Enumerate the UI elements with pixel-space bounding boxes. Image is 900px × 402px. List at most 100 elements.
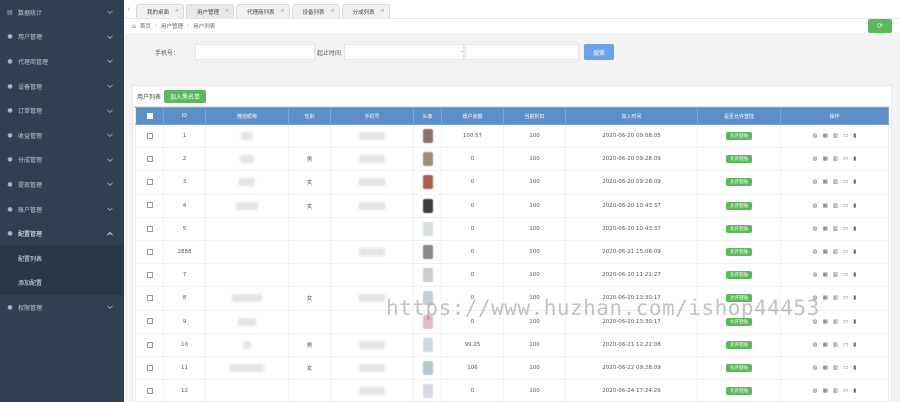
- delete-icon[interactable]: ▮: [853, 295, 856, 301]
- sidebar-item-user[interactable]: ● 用户管理: [0, 25, 124, 50]
- disable-icon[interactable]: ▭: [843, 319, 848, 325]
- row-checkbox[interactable]: [146, 387, 153, 394]
- view-icon[interactable]: ◍: [813, 249, 818, 255]
- row-checkbox[interactable]: [146, 318, 153, 325]
- disable-icon[interactable]: ▭: [843, 156, 848, 162]
- edit-icon[interactable]: ▦: [823, 226, 828, 232]
- close-icon[interactable]: ×: [330, 8, 334, 14]
- view-icon[interactable]: ◍: [813, 179, 818, 185]
- sidebar-item-config[interactable]: ● 配置管理: [0, 221, 124, 246]
- status-badge[interactable]: 允许登陆: [726, 155, 752, 164]
- disable-icon[interactable]: ▭: [843, 179, 848, 185]
- disable-icon[interactable]: ▭: [843, 342, 848, 348]
- list-icon[interactable]: ▥: [833, 388, 838, 394]
- refresh-button[interactable]: ⟳: [868, 19, 892, 33]
- list-icon[interactable]: ▥: [833, 133, 838, 139]
- row-checkbox[interactable]: [146, 364, 153, 371]
- disable-icon[interactable]: ▭: [843, 226, 848, 232]
- status-badge[interactable]: 允许登陆: [726, 132, 752, 141]
- edit-icon[interactable]: ▦: [823, 342, 828, 348]
- status-badge[interactable]: 允许登陆: [726, 387, 752, 396]
- row-checkbox[interactable]: [146, 132, 153, 139]
- sidebar-subitem[interactable]: 添加配置: [0, 271, 124, 296]
- list-icon[interactable]: ▥: [833, 249, 838, 255]
- select-all-checkbox[interactable]: [146, 112, 153, 119]
- tab-item[interactable]: 用户管理 ×: [186, 4, 235, 18]
- sidebar-item-income[interactable]: ● 收益管理: [0, 123, 124, 148]
- sidebar-item-permission[interactable]: ● 权限管理: [0, 295, 124, 320]
- list-icon[interactable]: ▥: [833, 179, 838, 185]
- status-badge[interactable]: 允许登陆: [726, 294, 752, 303]
- delete-icon[interactable]: ▮: [853, 319, 856, 325]
- status-badge[interactable]: 允许登陆: [726, 271, 752, 280]
- row-checkbox[interactable]: [146, 202, 153, 209]
- edit-icon[interactable]: ▦: [823, 156, 828, 162]
- breadcrumb-item[interactable]: 首页: [140, 22, 151, 30]
- start-time-input[interactable]: [344, 44, 464, 60]
- delete-icon[interactable]: ▮: [853, 179, 856, 185]
- sidebar-subitem[interactable]: 配置列表: [0, 246, 124, 271]
- delete-icon[interactable]: ▮: [853, 203, 856, 209]
- status-badge[interactable]: 允许登陆: [726, 248, 752, 257]
- tab-item[interactable]: 代理商列表 ×: [236, 4, 290, 18]
- delete-icon[interactable]: ▮: [853, 365, 856, 371]
- view-icon[interactable]: ◍: [813, 342, 818, 348]
- delete-icon[interactable]: ▮: [853, 133, 856, 139]
- delete-icon[interactable]: ▮: [853, 388, 856, 394]
- close-icon[interactable]: ×: [225, 8, 229, 14]
- sidebar-item-order[interactable]: ● 订单管理: [0, 98, 124, 123]
- delete-icon[interactable]: ▮: [853, 156, 856, 162]
- view-icon[interactable]: ◍: [813, 295, 818, 301]
- sidebar-item-withdraw[interactable]: ● 提现管理: [0, 172, 124, 197]
- status-badge[interactable]: 允许登陆: [726, 317, 752, 326]
- edit-icon[interactable]: ▦: [823, 388, 828, 394]
- row-checkbox[interactable]: [146, 179, 153, 186]
- row-checkbox[interactable]: [146, 156, 153, 163]
- disable-icon[interactable]: ▭: [843, 295, 848, 301]
- status-badge[interactable]: 允许登陆: [726, 363, 752, 372]
- list-icon[interactable]: ▥: [833, 342, 838, 348]
- edit-icon[interactable]: ▦: [823, 319, 828, 325]
- delete-icon[interactable]: ▮: [853, 272, 856, 278]
- view-icon[interactable]: ◍: [813, 319, 818, 325]
- view-icon[interactable]: ◍: [813, 388, 818, 394]
- delete-icon[interactable]: ▮: [853, 342, 856, 348]
- edit-icon[interactable]: ▦: [823, 133, 828, 139]
- close-icon[interactable]: ×: [380, 8, 384, 14]
- disable-icon[interactable]: ▭: [843, 365, 848, 371]
- tab-item[interactable]: 设备列表 ×: [291, 4, 340, 18]
- edit-icon[interactable]: ▦: [823, 179, 828, 185]
- search-button[interactable]: 搜索: [584, 44, 614, 60]
- edit-icon[interactable]: ▦: [823, 365, 828, 371]
- list-icon[interactable]: ▥: [833, 365, 838, 371]
- list-icon[interactable]: ▥: [833, 295, 838, 301]
- row-checkbox[interactable]: [146, 295, 153, 302]
- list-icon[interactable]: ▥: [833, 272, 838, 278]
- status-badge[interactable]: 允许登陆: [726, 201, 752, 210]
- add-blacklist-button[interactable]: 加入黑名单: [164, 89, 207, 103]
- sidebar-item-account[interactable]: ● 账户管理: [0, 197, 124, 222]
- view-icon[interactable]: ◍: [813, 156, 818, 162]
- edit-icon[interactable]: ▦: [823, 272, 828, 278]
- delete-icon[interactable]: ▮: [853, 249, 856, 255]
- row-checkbox[interactable]: [146, 341, 153, 348]
- edit-icon[interactable]: ▦: [823, 203, 828, 209]
- phone-input[interactable]: [195, 44, 315, 60]
- end-time-input[interactable]: [465, 44, 579, 60]
- row-checkbox[interactable]: [146, 271, 153, 278]
- disable-icon[interactable]: ▭: [843, 203, 848, 209]
- delete-icon[interactable]: ▮: [853, 226, 856, 232]
- view-icon[interactable]: ◍: [813, 133, 818, 139]
- close-icon[interactable]: ×: [280, 8, 284, 14]
- status-badge[interactable]: 允许登陆: [726, 340, 752, 349]
- status-badge[interactable]: 允许登陆: [726, 224, 752, 233]
- disable-icon[interactable]: ▭: [843, 249, 848, 255]
- sidebar-item-users[interactable]: ● 代理商管理: [0, 49, 124, 74]
- tab-item[interactable]: 分成列表 ×: [341, 4, 390, 18]
- home-icon[interactable]: ⌂: [132, 23, 136, 30]
- sidebar-item-share[interactable]: ● 分成管理: [0, 148, 124, 173]
- status-badge[interactable]: 允许登陆: [726, 178, 752, 187]
- tab-scroll-left-icon[interactable]: ‹: [124, 0, 134, 18]
- disable-icon[interactable]: ▭: [843, 388, 848, 394]
- edit-icon[interactable]: ▦: [823, 295, 828, 301]
